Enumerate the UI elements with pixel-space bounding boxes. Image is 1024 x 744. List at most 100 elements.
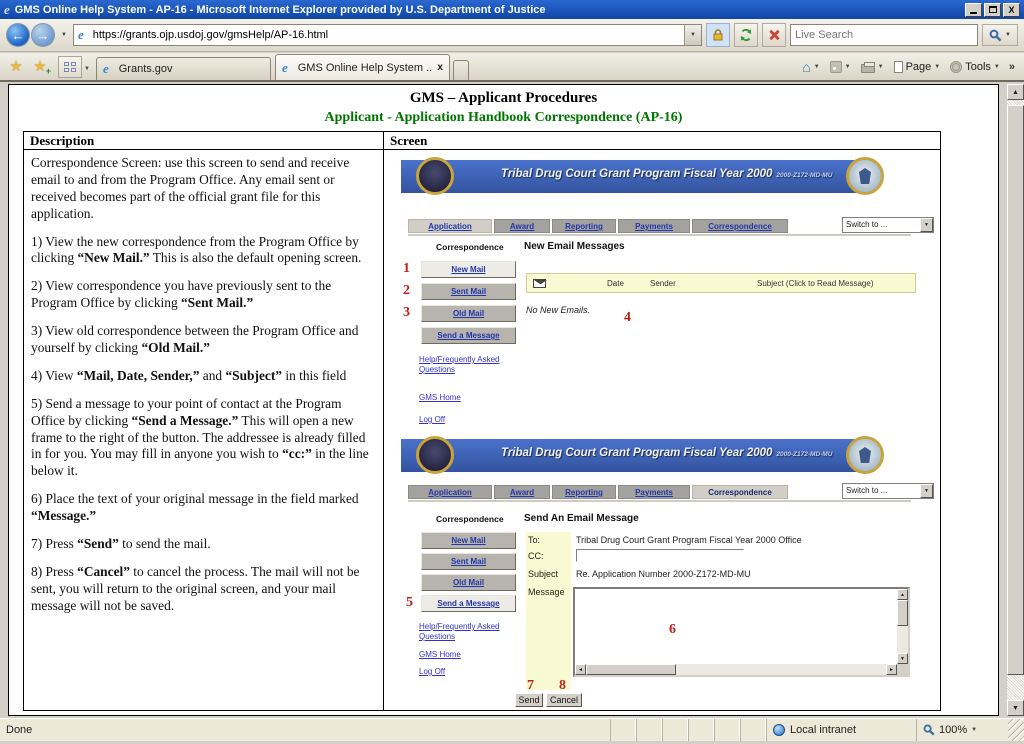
gms-switch-to-select[interactable]: Switch to ... ▼ bbox=[842, 483, 934, 499]
gms-tab-correspondence[interactable]: Correspondence bbox=[692, 219, 788, 233]
search-go-button[interactable]: ▼ bbox=[982, 24, 1018, 46]
gms-tab-correspondence[interactable]: Correspondence bbox=[692, 485, 788, 499]
gms-help-faq-link[interactable]: Help/Frequently Asked Questions bbox=[419, 622, 504, 642]
gms-help-faq-link[interactable]: Help/Frequently Asked Questions bbox=[419, 355, 504, 375]
gms-tab-application[interactable]: Application bbox=[408, 485, 492, 499]
minimize-icon bbox=[970, 12, 977, 14]
scrollbar-corner bbox=[897, 664, 908, 675]
home-button[interactable]: ⌂ ▼ bbox=[798, 60, 823, 74]
scroll-up-icon[interactable]: ▲ bbox=[1007, 84, 1024, 100]
description-paragraph: 7) Press “Send” to send the mail. bbox=[31, 536, 211, 552]
restore-icon bbox=[988, 6, 997, 13]
scroll-right-icon[interactable]: ► bbox=[886, 664, 897, 675]
more-commands-chevron-icon[interactable]: » bbox=[1006, 61, 1018, 73]
gms-send-a-message-button[interactable]: Send a Message bbox=[421, 595, 516, 612]
zoom-dropdown-icon[interactable]: ▼ bbox=[971, 727, 977, 733]
scroll-left-icon[interactable]: ◄ bbox=[575, 664, 586, 675]
gms-tab-payments[interactable]: Payments bbox=[618, 219, 690, 233]
gms-application-number: 2000-Z172-MD-MU bbox=[776, 172, 833, 179]
gms-old-mail-button[interactable]: Old Mail bbox=[421, 574, 516, 591]
browser-window: e GMS Online Help System - AP-16 - Micro… bbox=[0, 0, 1024, 744]
scroll-up-icon[interactable]: ▲ bbox=[897, 589, 908, 600]
gms-tab-reporting[interactable]: Reporting bbox=[552, 485, 616, 499]
ojp-seal-icon bbox=[846, 436, 884, 474]
description-cell: Correspondence Screen: use this screen t… bbox=[24, 150, 384, 710]
cc-input[interactable] bbox=[576, 549, 744, 562]
gms-log-off-link[interactable]: Log Off bbox=[419, 415, 504, 425]
message-horizontal-scrollbar[interactable]: ◄ ► bbox=[575, 664, 897, 675]
gms-log-off-link[interactable]: Log Off bbox=[419, 667, 504, 677]
gms-tab-award[interactable]: Award bbox=[494, 485, 550, 499]
procedure-table: Description Screen Correspondence Screen… bbox=[23, 131, 941, 711]
close-button[interactable]: X bbox=[1003, 2, 1020, 17]
security-zone: Local intranet bbox=[766, 719, 916, 741]
search-input[interactable] bbox=[791, 29, 977, 41]
gms-home-link[interactable]: GMS Home bbox=[419, 650, 504, 660]
gms-new-mail-button[interactable]: New Mail bbox=[421, 532, 516, 549]
doj-seal-icon bbox=[416, 436, 454, 474]
refresh-button[interactable] bbox=[734, 23, 758, 47]
resize-grip[interactable] bbox=[1008, 719, 1024, 741]
history-dropdown-icon[interactable]: ▼ bbox=[59, 32, 69, 38]
security-lock-button[interactable] bbox=[706, 23, 730, 47]
tab-favicon-icon: e bbox=[281, 59, 288, 75]
gms-tab-reporting[interactable]: Reporting bbox=[552, 219, 616, 233]
scrollbar-thumb[interactable] bbox=[897, 600, 908, 626]
scroll-down-icon[interactable]: ▼ bbox=[1007, 700, 1024, 716]
gms-no-new-emails-text: No New Emails. bbox=[526, 305, 591, 315]
live-search-box[interactable] bbox=[790, 24, 978, 46]
tools-menu-button[interactable]: Tools ▼ bbox=[946, 59, 1004, 75]
message-textarea[interactable]: ▲ ▼ ◄ ► bbox=[573, 587, 910, 677]
gms-tab-award[interactable]: Award bbox=[494, 219, 550, 233]
gms-sent-mail-button[interactable]: Sent Mail bbox=[421, 553, 516, 570]
gms-send-button[interactable]: Send bbox=[515, 693, 543, 707]
forward-button[interactable]: → bbox=[31, 23, 55, 47]
gms-tab-payments[interactable]: Payments bbox=[618, 485, 690, 499]
callout-6: 6 bbox=[669, 622, 676, 637]
address-dropdown-button[interactable]: ▼ bbox=[684, 25, 701, 45]
gms-tab-application[interactable]: Application bbox=[408, 219, 492, 233]
feeds-button[interactable]: ▼ bbox=[826, 59, 855, 75]
add-favorite-button[interactable]: ★ + bbox=[28, 54, 52, 78]
gms-old-mail-button[interactable]: Old Mail bbox=[421, 305, 516, 322]
gms-new-mail-button[interactable]: New Mail bbox=[421, 261, 516, 278]
gms-switch-to-select[interactable]: Switch to ... ▼ bbox=[842, 217, 934, 233]
status-segment bbox=[662, 719, 688, 741]
address-bar[interactable]: e https://grants.ojp.usdoj.gov/gmsHelp/A… bbox=[72, 24, 702, 46]
gms-home-link[interactable]: GMS Home bbox=[419, 393, 504, 403]
chevron-down-icon[interactable]: ▼ bbox=[920, 218, 933, 232]
mail-header-date: Date bbox=[607, 279, 624, 288]
tab-grants-gov[interactable]: e Grants.gov bbox=[95, 57, 271, 80]
chevron-down-icon[interactable]: ▼ bbox=[920, 484, 933, 498]
new-tab-stub[interactable] bbox=[452, 60, 469, 80]
page-scrollbar[interactable]: ▲ ▼ bbox=[1007, 84, 1024, 716]
scrollbar-thumb[interactable] bbox=[586, 664, 676, 675]
rss-feed-icon bbox=[829, 61, 842, 73]
quick-tabs-button[interactable] bbox=[58, 56, 82, 78]
gms-sent-mail-button[interactable]: Sent Mail bbox=[421, 283, 516, 300]
scrollbar-thumb[interactable] bbox=[1007, 105, 1024, 675]
search-options-icon[interactable]: ▼ bbox=[1005, 32, 1011, 38]
message-vertical-scrollbar[interactable]: ▲ ▼ bbox=[897, 589, 908, 664]
minimize-button[interactable] bbox=[965, 2, 982, 17]
tab-close-icon[interactable]: x bbox=[437, 62, 443, 73]
gms-tab-bar: Application Award Reporting Payments Cor… bbox=[408, 219, 788, 233]
tab-gms-online-help[interactable]: e GMS Online Help System ... x bbox=[274, 54, 450, 80]
page-menu-button[interactable]: Page ▼ bbox=[890, 59, 945, 75]
tab-list-dropdown-icon[interactable]: ▼ bbox=[82, 66, 92, 72]
print-button[interactable]: ▼ bbox=[857, 59, 888, 75]
restore-button[interactable] bbox=[984, 2, 1001, 17]
favorites-button[interactable]: ★ bbox=[4, 54, 28, 78]
gms-banner: Tribal Drug Court Grant Program Fiscal Y… bbox=[401, 160, 874, 193]
divider bbox=[408, 500, 911, 502]
gms-cancel-button[interactable]: Cancel bbox=[546, 693, 582, 707]
address-url[interactable]: https://grants.ojp.usdoj.gov/gmsHelp/AP-… bbox=[93, 29, 680, 41]
status-segment bbox=[610, 719, 636, 741]
stop-button[interactable] bbox=[762, 23, 786, 47]
zoom-control[interactable]: 100% ▼ bbox=[916, 719, 1008, 741]
back-button[interactable]: ← bbox=[6, 23, 30, 47]
scroll-down-icon[interactable]: ▼ bbox=[897, 653, 908, 664]
gms-screen-heading: New Email Messages bbox=[524, 241, 625, 252]
zoom-magnifier-icon bbox=[923, 724, 935, 736]
gms-send-a-message-button[interactable]: Send a Message bbox=[421, 327, 516, 344]
